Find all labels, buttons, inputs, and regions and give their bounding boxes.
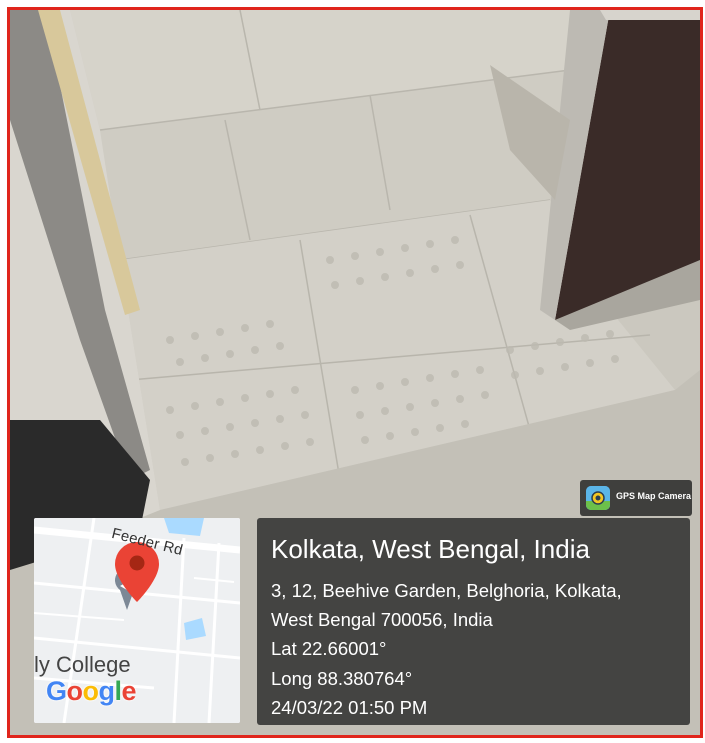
mini-map: Feeder Rd ly College Google	[34, 518, 240, 723]
location-info-card: Kolkata, West Bengal, India 3, 12, Beehi…	[257, 518, 690, 725]
gps-map-camera-icon	[586, 486, 610, 510]
address-line-2: West Bengal 700056, India	[271, 609, 493, 630]
app-badge: GPS Map Camera	[580, 480, 692, 516]
longitude-text: Long 88.380764°	[271, 668, 413, 689]
timestamp-text: 24/03/22 01:50 PM	[271, 697, 428, 718]
location-title: Kolkata, West Bengal, India	[271, 534, 590, 564]
latitude-text: Lat 22.66001°	[271, 638, 387, 659]
photo-frame: GPS Map Camera Feeder Rd ly College Goog…	[0, 0, 705, 743]
google-logo: Google	[46, 676, 137, 706]
app-badge-label: GPS Map Camera	[616, 491, 692, 501]
site-photo: GPS Map Camera Feeder Rd ly College Goog…	[7, 7, 703, 738]
address-line-1: 3, 12, Beehive Garden, Belghoria, Kolkat…	[271, 580, 622, 601]
map-poi-label: ly College	[34, 652, 131, 677]
